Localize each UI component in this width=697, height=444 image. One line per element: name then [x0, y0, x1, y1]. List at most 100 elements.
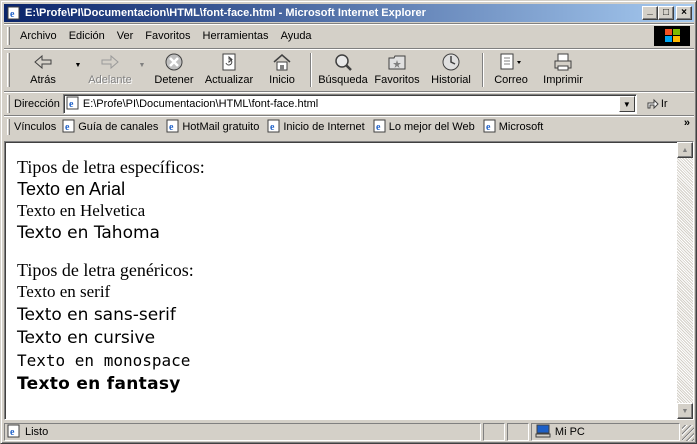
- text-serif: Texto en serif: [17, 282, 111, 301]
- ie-page-icon: e: [7, 424, 21, 441]
- home-button[interactable]: Inicio: [258, 50, 306, 90]
- resize-grip[interactable]: [682, 425, 694, 441]
- stop-button[interactable]: Detener: [148, 50, 200, 90]
- search-button[interactable]: Búsqueda: [316, 50, 370, 90]
- print-label: Imprimir: [543, 74, 583, 86]
- home-label: Inicio: [269, 74, 295, 86]
- status-text: Listo: [25, 426, 49, 438]
- zone-label: Mi PC: [554, 426, 585, 438]
- back-arrow-icon: [34, 54, 52, 70]
- search-label: Búsqueda: [318, 74, 368, 86]
- maximize-button[interactable]: □: [658, 6, 674, 20]
- svg-text:e: e: [10, 9, 15, 20]
- forward-button[interactable]: Adelante: [84, 50, 136, 90]
- svg-text:e: e: [10, 427, 15, 438]
- link-inicio-internet[interactable]: e Inicio de Internet: [267, 119, 365, 136]
- back-button[interactable]: Atrás: [14, 50, 72, 90]
- stop-icon: [165, 53, 183, 71]
- link-microsoft[interactable]: e Microsoft: [483, 119, 544, 136]
- toolbar-separator: [482, 53, 484, 87]
- toolbar-grip[interactable]: [7, 119, 10, 135]
- go-label: Ir: [660, 98, 668, 110]
- text-arial: Texto en Arial: [17, 179, 126, 199]
- toolbar-grip[interactable]: [7, 95, 10, 113]
- svg-text:e: e: [270, 122, 275, 133]
- text-cursive: Texto en cursive: [17, 328, 156, 348]
- page-content: Tipos de letra específicos: Texto en Ari…: [17, 156, 667, 396]
- links-more-button[interactable]: »: [684, 117, 690, 129]
- address-url: E:\Profe\PI\Documentacion\HTML\font-face…: [82, 98, 319, 110]
- close-button[interactable]: ×: [676, 6, 692, 20]
- refresh-label: Actualizar: [204, 74, 254, 86]
- menu-herramientas[interactable]: Herramientas: [197, 30, 275, 42]
- text-fantasy: Texto en fantasy: [17, 374, 181, 394]
- history-label: Historial: [431, 74, 471, 86]
- refresh-button[interactable]: Actualizar: [200, 50, 258, 90]
- back-label: Atrás: [30, 74, 56, 86]
- windows-logo-icon: [654, 26, 690, 46]
- link-hotmail[interactable]: e HotMail gratuito: [166, 119, 259, 136]
- computer-icon: [535, 424, 551, 441]
- address-bar: Dirección e E:\Profe\PI\Documentacion\HT…: [4, 93, 694, 115]
- ie-page-icon: e: [6, 5, 22, 21]
- svg-text:e: e: [376, 122, 381, 133]
- scroll-down-button[interactable]: ▼: [677, 403, 693, 419]
- refresh-icon: [222, 53, 236, 71]
- address-label: Dirección: [14, 98, 60, 110]
- link-label: Microsoft: [498, 121, 544, 133]
- stop-label: Detener: [154, 74, 194, 86]
- chevron-down-icon: ▼: [622, 99, 631, 109]
- menu-favoritos[interactable]: Favoritos: [139, 30, 196, 42]
- ie-page-icon: e: [166, 119, 180, 136]
- forward-dropdown-icon[interactable]: ▼: [136, 50, 148, 80]
- arrow-up-icon: ▲: [681, 146, 689, 154]
- link-label: HotMail gratuito: [182, 121, 260, 133]
- link-guia-canales[interactable]: e Guía de canales: [62, 119, 158, 136]
- menu-archivo[interactable]: Archivo: [14, 30, 63, 42]
- forward-arrow-icon: [101, 54, 119, 70]
- toolbar-grip[interactable]: [7, 53, 10, 87]
- go-button[interactable]: Ir: [645, 97, 668, 111]
- ie-page-icon: e: [267, 119, 281, 136]
- printer-icon: [554, 53, 572, 71]
- mail-button[interactable]: Correo: [488, 50, 534, 90]
- menu-ayuda[interactable]: Ayuda: [275, 30, 318, 42]
- generic-fonts-heading: Tipos de letra genéricos:: [17, 260, 194, 280]
- svg-text:e: e: [486, 122, 491, 133]
- link-label: Guía de canales: [78, 121, 159, 133]
- svg-text:e: e: [169, 122, 174, 133]
- svg-text:e: e: [69, 99, 74, 110]
- address-input[interactable]: e E:\Profe\PI\Documentacion\HTML\font-fa…: [62, 94, 637, 114]
- page-viewport: Tipos de letra específicos: Texto en Ari…: [4, 141, 694, 420]
- mail-icon: [500, 53, 521, 70]
- status-pane-empty: [507, 423, 529, 441]
- status-pane-empty: [483, 423, 506, 441]
- back-dropdown-icon[interactable]: ▼: [72, 50, 84, 80]
- scroll-up-button[interactable]: ▲: [677, 142, 693, 158]
- text-monospace: Texto en monospace: [17, 351, 191, 370]
- menu-edicion[interactable]: Edición: [63, 30, 111, 42]
- link-mejor-web[interactable]: e Lo mejor del Web: [373, 119, 475, 136]
- status-pane: e Listo: [4, 423, 482, 441]
- minimize-button[interactable]: _: [642, 6, 658, 20]
- arrow-down-icon: ▼: [681, 407, 689, 415]
- title-bar[interactable]: e E:\Profe\PI\Documentacion\HTML\font-fa…: [4, 4, 694, 22]
- link-label: Lo mejor del Web: [388, 121, 475, 133]
- links-bar: Vínculos e Guía de canales e HotMail gra…: [4, 117, 694, 137]
- browser-window: e E:\Profe\PI\Documentacion\HTML\font-fa…: [0, 0, 697, 444]
- favorites-button[interactable]: Favoritos: [370, 50, 424, 90]
- minimize-icon: _: [647, 5, 653, 16]
- links-label: Vínculos: [14, 121, 57, 133]
- menu-ver[interactable]: Ver: [111, 30, 140, 42]
- close-icon: ×: [681, 7, 687, 18]
- svg-text:e: e: [65, 122, 70, 133]
- toolbar-grip[interactable]: [7, 27, 10, 45]
- favorites-label: Favoritos: [374, 74, 420, 86]
- print-button[interactable]: Imprimir: [534, 50, 592, 90]
- history-button[interactable]: Historial: [424, 50, 478, 90]
- toolbar-separator: [310, 53, 312, 87]
- address-dropdown-button[interactable]: ▼: [618, 96, 635, 112]
- security-zone: Mi PC: [530, 423, 681, 441]
- forward-label: Adelante: [88, 74, 132, 86]
- vertical-scrollbar[interactable]: ▲ ▼: [677, 142, 693, 419]
